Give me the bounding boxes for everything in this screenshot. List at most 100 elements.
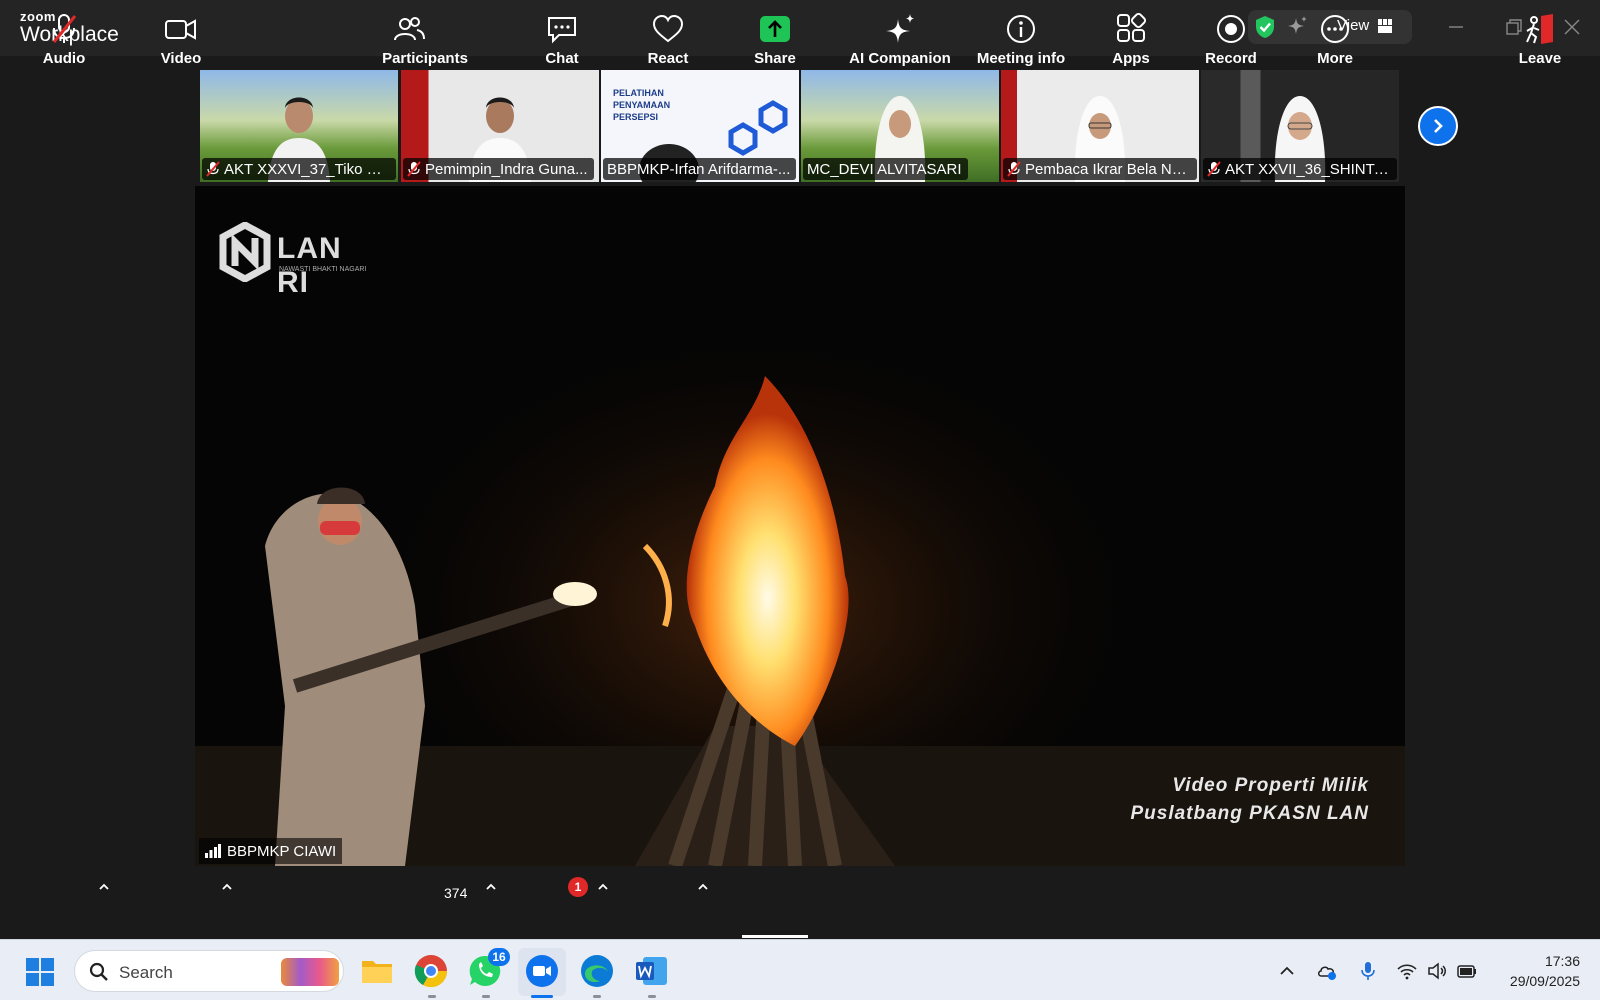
audio-options-caret-icon[interactable] xyxy=(98,882,110,892)
system-clock[interactable]: 17:36 29/09/2025 xyxy=(1490,951,1580,991)
participant-thumbnail[interactable]: PELATIHAN PENYAMAAN PERSEPSI BBPMKP-Irfa… xyxy=(601,70,799,182)
onedrive-cloud-icon[interactable] xyxy=(1316,960,1338,982)
video-watermark: Video Properti Milik Puslatbang PKASN LA… xyxy=(1130,772,1369,828)
volume-icon[interactable] xyxy=(1426,960,1448,982)
participant-name-bar: Pembaca Ikrar Bela Ne... xyxy=(1003,158,1197,180)
participant-thumbnail[interactable]: AKT XXVII_36_SHINTA ... xyxy=(1201,70,1399,182)
word-running-indicator xyxy=(648,995,656,998)
battery-icon[interactable] xyxy=(1456,960,1478,982)
audio-button[interactable]: Audio xyxy=(38,0,90,73)
participant-name: Pemimpin_Indra Guna... xyxy=(425,160,588,178)
search-placeholder: Search xyxy=(119,963,173,982)
whatsapp-unread-badge: 16 xyxy=(488,948,510,966)
ai-companion-button[interactable]: AI Companion xyxy=(846,0,954,73)
video-options-caret-icon[interactable] xyxy=(221,882,233,892)
lan-ri-logo: LAN RI NAWASTI BHAKTI NAGARI xyxy=(219,222,369,299)
leave-button[interactable]: Leave xyxy=(1518,0,1562,73)
meeting-info-button[interactable]: Meeting info xyxy=(972,0,1070,73)
participant-thumbnail[interactable]: AKT XXXVI_37_Tiko Dh... xyxy=(200,70,398,182)
leave-door-icon xyxy=(1526,14,1553,44)
participant-name: AKT XXXVI_37_Tiko Dh... xyxy=(224,160,390,178)
edge-icon[interactable] xyxy=(578,952,616,990)
participants-icon xyxy=(394,17,425,41)
video-camera-icon xyxy=(165,19,196,40)
clock-time: 17:36 xyxy=(1544,953,1580,969)
more-button[interactable]: More xyxy=(1312,0,1358,73)
share-button[interactable]: Share xyxy=(748,0,802,73)
chevron-up-icon[interactable] xyxy=(1276,960,1298,982)
record-icon xyxy=(1217,15,1245,43)
taskbar-search[interactable]: Search xyxy=(74,950,344,992)
chrome-icon[interactable] xyxy=(412,952,450,990)
chat-button[interactable]: Chat xyxy=(537,0,587,73)
watermark-line-1: Video Properti Milik xyxy=(1172,775,1369,796)
meeting-toolbar xyxy=(0,866,1600,939)
participants-options-caret-icon[interactable] xyxy=(485,882,497,892)
record-label: Record xyxy=(1205,50,1257,67)
video-label: Video xyxy=(160,50,202,67)
lan-logo-mark-icon xyxy=(219,222,271,282)
more-label: More xyxy=(1317,50,1353,67)
participant-name-bar: Pemimpin_Indra Guna... xyxy=(403,158,594,180)
react-options-caret-icon[interactable] xyxy=(697,882,709,892)
next-page-button[interactable] xyxy=(1418,106,1458,146)
svg-text:PERSEPSI: PERSEPSI xyxy=(613,112,658,122)
info-icon xyxy=(1007,15,1035,43)
ai-sparkle-icon xyxy=(886,14,914,43)
share-label: Share xyxy=(754,50,796,67)
participant-name-bar: BBPMKP-Irfan Arifdarma-... xyxy=(603,158,797,180)
mic-muted-icon xyxy=(407,161,421,177)
share-screen-icon xyxy=(760,16,790,42)
minimize-icon[interactable] xyxy=(1443,14,1469,40)
active-speaker-video[interactable]: LAN RI NAWASTI BHAKTI NAGARI Video Prope… xyxy=(195,186,1405,866)
svg-text:PELATIHAN: PELATIHAN xyxy=(613,88,664,98)
file-explorer-icon[interactable] xyxy=(358,952,396,990)
participants-label: Participants xyxy=(382,50,468,67)
participant-name-bar: MC_DEVI ALVITASARI xyxy=(803,158,968,180)
audio-label: Audio xyxy=(42,50,86,67)
windows-taskbar: Search 16 17:36 29/09/2025 xyxy=(0,939,1600,1000)
meeting-info-label: Meeting info xyxy=(976,50,1066,67)
close-icon[interactable] xyxy=(1559,14,1585,40)
clock-date: 29/09/2025 xyxy=(1509,973,1580,989)
speaker-name-bar: BBPMKP CIAWI xyxy=(199,838,343,864)
chat-bubble-icon xyxy=(548,17,576,44)
apps-button[interactable]: Apps xyxy=(1108,0,1154,73)
mic-muted-icon xyxy=(1007,161,1021,177)
signal-strength-icon xyxy=(205,844,221,858)
participant-name: MC_DEVI ALVITASARI xyxy=(807,160,962,178)
chat-options-caret-icon[interactable] xyxy=(597,882,609,892)
video-frame xyxy=(195,306,1405,866)
participant-thumbnail[interactable]: Pemimpin_Indra Guna... xyxy=(401,70,599,182)
participant-name-bar: AKT XXVII_36_SHINTA ... xyxy=(1203,158,1397,180)
logo-subtext: NAWASTI BHAKTI NAGARI xyxy=(279,266,367,273)
edge-running-indicator xyxy=(593,995,601,998)
ai-sparkle-icon[interactable] xyxy=(1287,15,1309,37)
whatsapp-running-indicator xyxy=(482,995,490,998)
zoom-active-indicator xyxy=(531,995,553,998)
participants-button[interactable]: Participants xyxy=(381,0,469,73)
microphone-icon[interactable] xyxy=(1357,960,1379,982)
chrome-running-indicator xyxy=(428,995,436,998)
search-highlight-art xyxy=(281,958,339,986)
apps-icon xyxy=(1117,13,1147,42)
wifi-icon[interactable] xyxy=(1396,960,1418,982)
search-icon xyxy=(89,962,108,981)
speaker-name: BBPMKP CIAWI xyxy=(227,842,337,860)
ai-companion-label: AI Companion xyxy=(849,50,951,67)
mic-muted-icon xyxy=(52,14,77,43)
zoom-app-icon[interactable] xyxy=(523,952,561,990)
watermark-line-2: Puslatbang PKASN LAN xyxy=(1130,803,1369,824)
share-underline xyxy=(742,935,808,938)
participant-thumbnail[interactable]: MC_DEVI ALVITASARI xyxy=(801,70,999,182)
participant-name: AKT XXVII_36_SHINTA ... xyxy=(1225,160,1391,178)
word-icon[interactable] xyxy=(633,952,671,990)
participant-name: BBPMKP-Irfan Arifdarma-... xyxy=(607,160,791,178)
react-button[interactable]: React xyxy=(642,0,694,73)
windows-start-icon[interactable] xyxy=(26,958,54,986)
svg-text:PENYAMAAN: PENYAMAAN xyxy=(613,100,670,110)
video-button[interactable]: Video xyxy=(155,0,207,73)
record-button[interactable]: Record xyxy=(1203,0,1259,73)
react-label: React xyxy=(647,50,689,67)
participant-thumbnail[interactable]: Pembaca Ikrar Bela Ne... xyxy=(1001,70,1199,182)
